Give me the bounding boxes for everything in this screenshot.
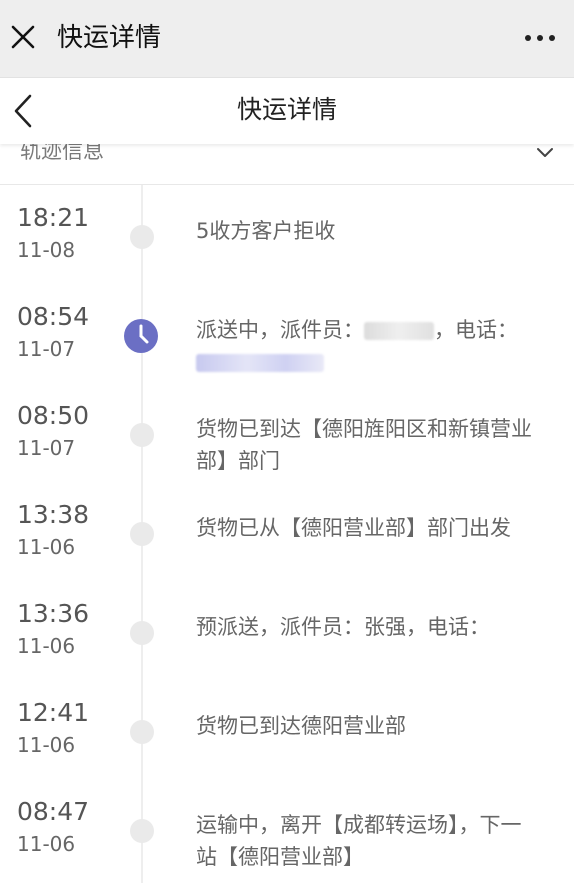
event-description: 货物已到达【德阳旌阳区和新镇营业部】部门 <box>196 417 532 473</box>
event-date: 11-07 <box>17 337 76 361</box>
event-time: 12:41 <box>17 698 90 727</box>
close-icon[interactable] <box>8 22 38 52</box>
timeline-dot <box>130 522 154 546</box>
event-time: 08:50 <box>17 401 90 430</box>
redacted-phone-link[interactable] <box>196 354 324 372</box>
event-date: 11-06 <box>17 832 76 856</box>
section-label: 轨迹信息 <box>20 144 104 163</box>
timeline-dot <box>130 819 154 843</box>
chevron-down-icon[interactable] <box>536 146 554 160</box>
event-description: 派送中，派件员： ，电话： <box>196 314 536 378</box>
timeline-dot <box>130 621 154 645</box>
timeline-dot <box>130 225 154 249</box>
event-description: 5收方客户拒收 <box>196 219 336 243</box>
event-date: 11-06 <box>17 733 76 757</box>
event-description: 货物已到达德阳营业部 <box>196 714 406 738</box>
event-description: 运输中，离开【成都转运场】，下一站【德阳营业部】 <box>196 813 522 869</box>
event-description: 货物已从【德阳营业部】部门出发 <box>196 516 511 540</box>
event-time: 13:36 <box>17 599 90 628</box>
timeline-event: 12:41 11-06 货物已到达德阳营业部 <box>0 680 574 779</box>
tracking-timeline: 18:21 11-08 5收方客户拒收 08:54 11-07 派送中，派件员：… <box>0 185 574 883</box>
window-topbar: 快运详情 <box>0 0 574 78</box>
event-time: 08:47 <box>17 797 90 826</box>
desc-mid: ，电话： <box>434 318 518 342</box>
event-date: 11-08 <box>17 238 76 262</box>
timeline-event: 13:36 11-06 预派送，派件员：张强，电话： <box>0 581 574 680</box>
window-title: 快运详情 <box>57 23 162 53</box>
timeline-event-current: 08:54 11-07 派送中，派件员： ，电话： <box>0 284 574 383</box>
event-date: 11-06 <box>17 634 76 658</box>
event-time: 08:54 <box>17 302 90 331</box>
timeline-event: 13:38 11-06 货物已从【德阳营业部】部门出发 <box>0 482 574 581</box>
timeline-event: 08:47 11-06 运输中，离开【成都转运场】，下一站【德阳营业部】 <box>0 779 574 878</box>
event-date: 11-07 <box>17 436 76 460</box>
page-title: 快运详情 <box>236 95 337 124</box>
page-navbar: 快运详情 <box>0 78 574 144</box>
tracking-section-header[interactable]: 轨迹信息 <box>0 144 574 185</box>
redacted-courier-name <box>364 322 434 340</box>
timeline-event: 18:21 11-08 5收方客户拒收 <box>0 185 574 284</box>
event-date: 11-06 <box>17 535 76 559</box>
timeline-dot <box>130 423 154 447</box>
event-time: 18:21 <box>17 203 90 232</box>
desc-prefix: 派送中，派件员： <box>196 318 364 342</box>
timeline-event: 08:50 11-07 货物已到达【德阳旌阳区和新镇营业部】部门 <box>0 383 574 482</box>
timeline-dot <box>130 720 154 744</box>
more-icon[interactable] <box>522 28 558 48</box>
event-time: 13:38 <box>17 500 90 529</box>
event-description: 预派送，派件员：张强，电话： <box>196 615 490 639</box>
clock-icon <box>124 319 158 353</box>
